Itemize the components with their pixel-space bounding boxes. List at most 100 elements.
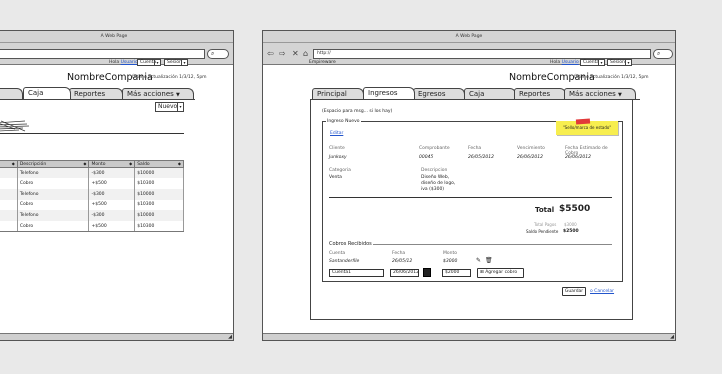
- new-select[interactable]: Nuevo ▾: [155, 102, 184, 112]
- tab-reportes-label: Reportes: [519, 90, 551, 98]
- fecha-label: Fecha: [468, 146, 482, 151]
- table-cell: $10000: [134, 167, 184, 179]
- table-row[interactable]: Cobro +$500 $10300: [0, 199, 184, 211]
- right-browser-window: A Web Page ⇦ ⇨ ✕ ⌂ http:// ⌕ Empireware …: [262, 30, 676, 341]
- table-cell: Telefono: [16, 188, 90, 200]
- caret-down-icon: ▼: [618, 92, 622, 98]
- categoria-label: Categoria: [329, 168, 351, 173]
- tab-egresos-label: Egresos: [418, 90, 446, 98]
- home-icon[interactable]: ⌂: [303, 50, 308, 58]
- trash-icon[interactable]: 🗑: [485, 257, 493, 264]
- new-cobro-cuenta-input[interactable]: Cuenta1: [329, 269, 384, 277]
- col-descripcion[interactable]: Descripción ◆: [16, 160, 90, 168]
- forward-arrow-icon[interactable]: ⇨: [279, 50, 286, 58]
- back-arrow-icon[interactable]: ⇦: [267, 50, 274, 58]
- tab-mas-acciones[interactable]: Más acciones ▼: [122, 88, 194, 99]
- content-panel: (Espacio para msg... si los hay) Ingreso…: [310, 99, 633, 320]
- table-cell: $10300: [134, 199, 184, 211]
- col-monto[interactable]: Monto ◆: [88, 160, 136, 168]
- cobros-divider: [373, 244, 612, 245]
- search-box[interactable]: ⌕: [653, 49, 673, 59]
- brand-label: Empireware: [309, 60, 336, 65]
- tab-ingresos-label: Ingresos: [368, 89, 398, 97]
- table-cell: +$500: [88, 199, 136, 211]
- edit-pencil-icon[interactable]: ✎: [476, 257, 481, 264]
- table-row[interactable]: Telefono -$300 $10000: [0, 210, 184, 221]
- tab-reportes[interactable]: Reportes: [514, 88, 566, 99]
- new-cobro-fecha-input[interactable]: 26/06/2012: [390, 269, 419, 277]
- table-cell: -$300: [88, 188, 136, 200]
- search-box[interactable]: ⌕: [207, 49, 229, 59]
- save-button[interactable]: Guardar: [562, 287, 586, 296]
- fecha-estimado-value: 26/06/2012: [565, 155, 591, 160]
- new-income-legend: Ingreso Nuevo: [326, 119, 361, 124]
- table-row[interactable]: Cobro +$500 $10300: [0, 178, 184, 189]
- url-bar[interactable]: http://: [313, 49, 651, 59]
- table-cell: $10300: [134, 220, 184, 233]
- new-select-label: Nuevo: [158, 103, 178, 110]
- comprobante-label: Comprobante: [419, 146, 450, 151]
- plus-icon: ⊞: [480, 270, 484, 275]
- table-cell: [0, 188, 18, 200]
- table-cell: +$500: [88, 178, 136, 189]
- col-monto-label: Monto: [91, 161, 106, 167]
- greeting-text: Hola: [550, 60, 561, 65]
- new-cobro-monto-input[interactable]: $2000: [442, 269, 471, 277]
- tab-reportes[interactable]: Reportes: [69, 88, 123, 99]
- right-window-titlebar: A Web Page: [263, 31, 675, 43]
- resize-grip-icon[interactable]: ◢: [228, 334, 232, 340]
- tab-ingresos[interactable]: Ingresos: [363, 87, 415, 99]
- tab-caja-label: Caja: [28, 89, 44, 97]
- account-dropdown[interactable]: Cuenta ▾: [137, 59, 161, 66]
- tab-caja[interactable]: Caja: [23, 87, 71, 99]
- resize-grip-icon[interactable]: ◢: [670, 334, 674, 340]
- tab-mas-acciones-label: Más acciones: [127, 90, 174, 98]
- search-icon: ⌕: [657, 50, 661, 57]
- col-saldo[interactable]: Saldo ◆: [134, 160, 184, 168]
- table-row[interactable]: Telefono -$300 $10000: [0, 188, 184, 200]
- tab-mas-acciones-label: Más acciones: [569, 90, 616, 98]
- table-cell: $10000: [134, 210, 184, 221]
- table-cell: Cobro: [16, 199, 90, 211]
- total-label: Total: [535, 206, 555, 214]
- table-cell: Cobro: [16, 178, 90, 189]
- user-greeting: Hola Usuario: [109, 60, 138, 65]
- sort-icon: ◆: [177, 161, 181, 166]
- table-cell: Cobro: [16, 220, 90, 233]
- account-dropdown[interactable]: Cuenta ▾: [580, 59, 605, 66]
- cliente-label: Cliente: [329, 146, 345, 151]
- tab-principal[interactable]: Principal: [312, 88, 364, 99]
- table-cell: [0, 199, 18, 211]
- new-cobro-cuenta-text: Cuenta1: [332, 270, 351, 275]
- table-cell: Telefono: [16, 167, 90, 179]
- close-icon[interactable]: ✕: [292, 50, 299, 58]
- table-cell: $10300: [134, 178, 184, 189]
- session-dropdown[interactable]: Sesion ▾: [164, 59, 188, 66]
- calendar-icon[interactable]: [423, 268, 431, 277]
- edit-link[interactable]: Editar: [330, 131, 343, 136]
- table-row[interactable]: Telefono -$300 $10000: [0, 167, 184, 179]
- session-dropdown[interactable]: Sesion ▾: [607, 59, 632, 66]
- messages-placeholder: (Espacio para msg... si los hay): [322, 109, 393, 114]
- transactions-table: ◆ Descripción ◆ Monto ◆ Saldo ◆ Telefono -$3…: [0, 160, 184, 233]
- table-cell: [0, 210, 18, 221]
- user-link[interactable]: Usuario: [562, 60, 579, 65]
- total-value: $5500: [559, 204, 591, 214]
- col-partial[interactable]: ◆: [0, 160, 18, 168]
- window-title: A Web Page: [100, 34, 128, 39]
- table-cell: [0, 220, 18, 233]
- account-dropdown-label: Cuenta: [583, 60, 600, 65]
- user-link[interactable]: Usuario: [121, 60, 138, 65]
- table-row[interactable]: Cobro +$500 $10300: [0, 220, 184, 233]
- cobros-title: Cobros Recibidos: [329, 241, 372, 247]
- descripcion-value-line3: iva ($300): [421, 187, 445, 192]
- tab-partial[interactable]: [0, 88, 23, 99]
- tab-caja[interactable]: Caja: [464, 88, 516, 99]
- url-bar[interactable]: [0, 49, 205, 59]
- chevron-down-icon: ▾: [181, 60, 187, 65]
- add-cobro-button[interactable]: ⊞ Agregar cobro: [477, 268, 524, 278]
- tab-mas-acciones[interactable]: Más acciones ▼: [564, 88, 636, 99]
- cancel-link[interactable]: o Cancelar: [590, 289, 614, 294]
- saldo-value: $2500: [563, 229, 579, 234]
- tab-egresos[interactable]: Egresos: [413, 88, 465, 99]
